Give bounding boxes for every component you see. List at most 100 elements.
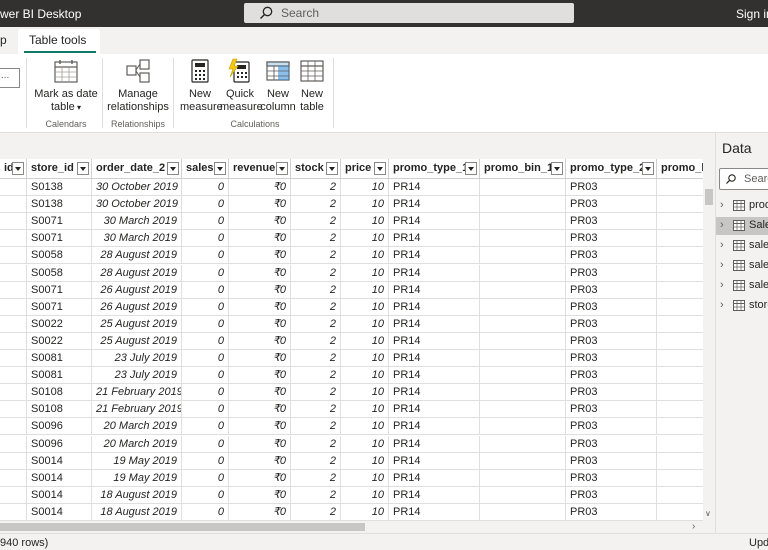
table-name-field[interactable]: ... bbox=[0, 68, 20, 88]
column-header-store-id[interactable]: store_id bbox=[27, 159, 92, 179]
cell-promo-bin-2[interactable] bbox=[657, 299, 703, 316]
cell-promo-type-2[interactable]: PR03 bbox=[566, 418, 657, 436]
cell-promo-bin-2[interactable] bbox=[657, 401, 703, 419]
horizontal-scrollbar[interactable]: › bbox=[0, 521, 703, 533]
cell-order-date-2[interactable]: 20 March 2019 bbox=[92, 418, 182, 436]
cell-order-date-2[interactable]: 30 October 2019 bbox=[92, 196, 182, 214]
table-row[interactable]: S0138 30 October 2019 0 ₹0 2 10 PR14 PR03 bbox=[0, 196, 703, 214]
chevron-down-icon[interactable] bbox=[12, 162, 24, 175]
cell-id[interactable] bbox=[0, 401, 27, 419]
cell-stock[interactable]: 2 bbox=[291, 264, 341, 282]
cell-order-date-2[interactable]: 28 August 2019 bbox=[92, 264, 182, 282]
column-header-promo-bin-2[interactable]: promo_bin_ bbox=[657, 159, 703, 179]
cell-sales[interactable]: 0 bbox=[182, 367, 229, 385]
column-header-sales[interactable]: sales bbox=[182, 159, 229, 179]
cell-sales[interactable]: 0 bbox=[182, 401, 229, 419]
cell-id[interactable] bbox=[0, 230, 27, 248]
cell-stock[interactable]: 2 bbox=[291, 213, 341, 231]
cell-price[interactable]: 10 bbox=[341, 247, 389, 265]
table-row[interactable]: S0022 25 August 2019 0 ₹0 2 10 PR14 PR03 bbox=[0, 315, 703, 333]
cell-promo-type-2[interactable]: PR03 bbox=[566, 298, 657, 316]
cell-promo-bin-2[interactable] bbox=[657, 265, 703, 282]
chevron-down-icon[interactable] bbox=[276, 162, 288, 175]
cell-revenue[interactable]: ₹0 bbox=[229, 350, 291, 367]
cell-id[interactable] bbox=[0, 435, 27, 453]
data-tree-item[interactable]: › sales bbox=[716, 277, 768, 295]
cell-revenue[interactable]: ₹0 bbox=[229, 213, 291, 231]
cell-promo-bin-1[interactable] bbox=[480, 213, 566, 231]
cell-id[interactable] bbox=[0, 486, 27, 504]
vertical-scroll-thumb[interactable] bbox=[705, 189, 713, 205]
cell-promo-type-1[interactable]: PR14 bbox=[389, 247, 480, 265]
cell-stock[interactable]: 2 bbox=[291, 486, 341, 504]
cell-store-id[interactable]: S0096 bbox=[27, 418, 92, 436]
cell-store-id[interactable]: S0058 bbox=[27, 247, 92, 265]
cell-promo-bin-2[interactable] bbox=[657, 504, 703, 521]
cell-price[interactable]: 10 bbox=[341, 264, 389, 282]
cell-promo-bin-2[interactable] bbox=[657, 179, 703, 196]
cell-promo-type-2[interactable]: PR03 bbox=[566, 384, 657, 402]
cell-price[interactable]: 10 bbox=[341, 367, 389, 385]
cell-sales[interactable]: 0 bbox=[182, 486, 229, 504]
column-header-promo-bin-1[interactable]: promo_bin_1 bbox=[480, 159, 566, 179]
cell-order-date-2[interactable]: 19 May 2019 bbox=[92, 452, 182, 470]
cell-order-date-2[interactable]: 30 October 2019 bbox=[92, 179, 182, 196]
cell-order-date-2[interactable]: 30 March 2019 bbox=[92, 213, 182, 231]
cell-promo-type-2[interactable]: PR03 bbox=[566, 281, 657, 299]
cell-price[interactable]: 10 bbox=[341, 452, 389, 470]
cell-promo-bin-1[interactable] bbox=[480, 367, 566, 385]
cell-stock[interactable]: 2 bbox=[291, 247, 341, 265]
mark-as-date-table-button[interactable]: Mark as date table ▾ bbox=[33, 58, 99, 114]
cell-promo-bin-1[interactable] bbox=[480, 503, 566, 521]
global-search-box[interactable]: Search bbox=[244, 3, 574, 23]
cell-sales[interactable]: 0 bbox=[182, 298, 229, 316]
cell-order-date-2[interactable]: 25 August 2019 bbox=[92, 315, 182, 333]
cell-promo-type-1[interactable]: PR14 bbox=[389, 298, 480, 316]
cell-promo-type-2[interactable]: PR03 bbox=[566, 401, 657, 419]
cell-promo-type-1[interactable]: PR14 bbox=[389, 332, 480, 350]
cell-revenue[interactable]: ₹0 bbox=[229, 247, 291, 265]
cell-promo-bin-1[interactable] bbox=[480, 435, 566, 453]
cell-order-date-2[interactable]: 19 May 2019 bbox=[92, 469, 182, 487]
data-search-input[interactable]: Search bbox=[719, 168, 768, 190]
data-tree-item[interactable]: › store bbox=[716, 297, 768, 315]
cell-promo-type-2[interactable]: PR03 bbox=[566, 264, 657, 282]
cell-stock[interactable]: 2 bbox=[291, 384, 341, 402]
cell-price[interactable]: 10 bbox=[341, 196, 389, 214]
cell-promo-bin-1[interactable] bbox=[480, 418, 566, 436]
cell-store-id[interactable]: S0022 bbox=[27, 315, 92, 333]
cell-promo-type-1[interactable]: PR14 bbox=[389, 384, 480, 402]
cell-promo-bin-1[interactable] bbox=[480, 401, 566, 419]
cell-promo-type-2[interactable]: PR03 bbox=[566, 315, 657, 333]
cell-id[interactable] bbox=[0, 264, 27, 282]
cell-stock[interactable]: 2 bbox=[291, 469, 341, 487]
table-row[interactable]: S0096 20 March 2019 0 ₹0 2 10 PR14 PR03 bbox=[0, 418, 703, 436]
cell-stock[interactable]: 2 bbox=[291, 401, 341, 419]
cell-stock[interactable]: 2 bbox=[291, 281, 341, 299]
tab-table-tools[interactable]: Table tools bbox=[29, 33, 86, 47]
table-row[interactable]: S0081 23 July 2019 0 ₹0 2 10 PR14 PR03 bbox=[0, 350, 703, 367]
cell-promo-bin-1[interactable] bbox=[480, 230, 566, 248]
cell-promo-bin-2[interactable] bbox=[657, 333, 703, 350]
cell-id[interactable] bbox=[0, 503, 27, 521]
cell-revenue[interactable]: ₹0 bbox=[229, 469, 291, 487]
new-column-button[interactable]: New column bbox=[260, 58, 296, 114]
cell-price[interactable]: 10 bbox=[341, 281, 389, 299]
new-table-button[interactable]: New table bbox=[296, 58, 328, 114]
table-row[interactable]: S0096 20 March 2019 0 ₹0 2 10 PR14 PR03 bbox=[0, 435, 703, 453]
cell-revenue[interactable]: ₹0 bbox=[229, 196, 291, 214]
cell-id[interactable] bbox=[0, 367, 27, 385]
chevron-down-icon[interactable] bbox=[465, 162, 477, 175]
cell-promo-bin-2[interactable] bbox=[657, 316, 703, 333]
cell-price[interactable]: 10 bbox=[341, 179, 389, 196]
cell-promo-type-2[interactable]: PR03 bbox=[566, 213, 657, 231]
cell-id[interactable] bbox=[0, 213, 27, 231]
data-tree-item[interactable]: › prod bbox=[716, 197, 768, 215]
cell-price[interactable]: 10 bbox=[341, 503, 389, 521]
cell-sales[interactable]: 0 bbox=[182, 469, 229, 487]
column-header-promo-type-2[interactable]: promo_type_2 bbox=[566, 159, 657, 179]
cell-store-id[interactable]: S0071 bbox=[27, 281, 92, 299]
chevron-right-icon[interactable]: › bbox=[720, 279, 724, 291]
cell-promo-type-2[interactable]: PR03 bbox=[566, 230, 657, 248]
cell-price[interactable]: 10 bbox=[341, 332, 389, 350]
